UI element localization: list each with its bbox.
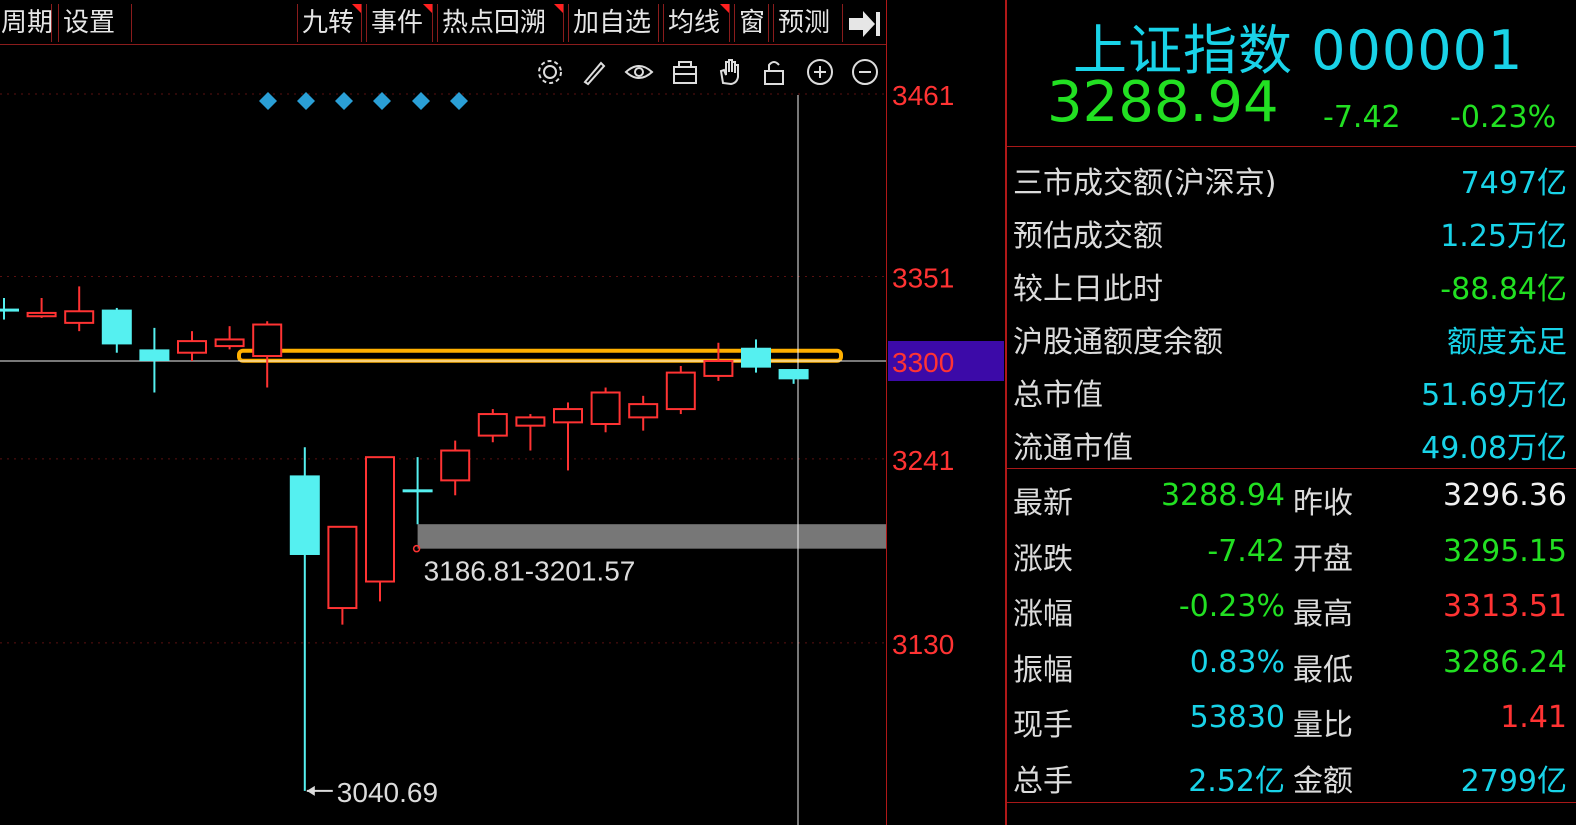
quote-label: 总手 <box>1013 763 1073 799</box>
quote-label: 最新 <box>1013 486 1073 521</box>
candle-body[interactable] <box>289 475 320 555</box>
quote-value: 3313.51 <box>1442 589 1567 624</box>
quote-label: 现手 <box>1013 708 1073 743</box>
quote-value: -7.42 <box>1207 533 1285 569</box>
quote-value: 3295.15 <box>1442 533 1567 569</box>
info-label: 总市值 <box>1013 378 1103 413</box>
info-value: 51.69万亿 <box>1421 378 1567 413</box>
candle-body[interactable] <box>365 456 395 583</box>
candle-body[interactable] <box>665 371 696 411</box>
quote-panel: 上证指数 000001 3288.94 -7.42 -0.23% 三市成交额(沪… <box>1006 0 1576 825</box>
info-label: 三市成交额(沪深京) <box>1013 166 1277 201</box>
gear-icon[interactable] <box>535 57 565 87</box>
quote-label: 涨跌 <box>1013 541 1073 577</box>
candle-body[interactable] <box>139 349 170 361</box>
quote-label: 开盘 <box>1293 541 1353 577</box>
candle-body[interactable] <box>703 360 734 377</box>
signal-marker[interactable] <box>450 92 468 110</box>
zoom-out-icon[interactable] <box>850 57 880 87</box>
pencil-icon[interactable] <box>579 57 609 87</box>
quote-value: -0.23% <box>1178 589 1285 624</box>
hand-icon[interactable] <box>715 57 745 87</box>
signal-marker[interactable] <box>259 92 277 110</box>
info-row: 沪股通额度余额 额度充足 <box>1007 309 1576 362</box>
info-label: 沪股通额度余额 <box>1013 325 1223 360</box>
quote-label: 昨收 <box>1293 486 1353 521</box>
low-label: 3040.69 <box>337 777 438 808</box>
info-value: 额度充足 <box>1447 325 1567 360</box>
info-label: 较上日此时 <box>1013 272 1163 307</box>
low-arrow-head <box>306 785 315 796</box>
divider <box>1007 146 1576 147</box>
stock-change: -7.42 <box>1323 100 1401 135</box>
quote-value: 3286.24 <box>1442 644 1567 680</box>
info-row: 较上日此时 -88.84亿 <box>1007 256 1576 309</box>
zoom-in-icon[interactable] <box>805 57 835 87</box>
quote-value: 2.52亿 <box>1188 763 1285 799</box>
quote-row: 最新 3288.94 昨收 3296.36 <box>1007 470 1576 525</box>
kline-chart[interactable]: 3040.693186.81-3201.57346133513300324131… <box>0 0 1006 825</box>
signal-marker[interactable] <box>373 92 391 110</box>
candle-body[interactable] <box>515 416 546 427</box>
quote-value: 2799亿 <box>1460 763 1567 799</box>
stock-price: 3288.94 <box>1047 70 1279 135</box>
info-value: 49.08万亿 <box>1421 431 1567 466</box>
candle-body[interactable] <box>440 449 471 482</box>
divider <box>1007 468 1576 469</box>
signal-marker[interactable] <box>335 92 353 110</box>
candle-body[interactable] <box>628 403 659 419</box>
stock-change-pct: -0.23% <box>1450 100 1557 135</box>
quote-label: 金额 <box>1293 763 1353 799</box>
gap-band <box>417 524 886 549</box>
quote-value: 0.83% <box>1189 644 1285 680</box>
info-label: 预估成交额 <box>1013 219 1163 254</box>
quote-label: 涨幅 <box>1013 597 1073 632</box>
quote-row: 现手 53830 量比 1.41 <box>1007 692 1576 747</box>
quote-label: 最高 <box>1293 597 1353 632</box>
quote-row: 总手 2.52亿 金额 2799亿 <box>1007 748 1576 803</box>
candle-body[interactable] <box>778 369 809 380</box>
info-row: 流通市值 49.08万亿 <box>1007 415 1576 468</box>
quote-row: 涨跌 -7.42 开盘 3295.15 <box>1007 526 1576 581</box>
candle-body[interactable] <box>590 391 621 426</box>
candle-body[interactable] <box>477 413 508 437</box>
candle-body[interactable] <box>177 340 207 354</box>
quote-label: 量比 <box>1293 708 1353 743</box>
quote-value: 53830 <box>1189 700 1285 735</box>
info-row: 预估成交额 1.25万亿 <box>1007 203 1576 256</box>
candle-body[interactable] <box>214 338 245 348</box>
candle-body[interactable] <box>402 489 433 493</box>
quote-value: 3288.94 <box>1160 478 1285 513</box>
info-row: 三市成交额(沪深京) 7497亿 <box>1007 150 1576 203</box>
signal-marker[interactable] <box>412 92 430 110</box>
signal-marker[interactable] <box>297 92 315 110</box>
divider <box>1007 802 1576 803</box>
candle-body[interactable] <box>327 525 358 610</box>
quote-value: 3296.36 <box>1442 478 1567 513</box>
gap-label: 3186.81-3201.57 <box>424 556 636 587</box>
basket-icon[interactable] <box>670 57 700 87</box>
price-axis <box>886 0 1006 825</box>
info-value: -88.84亿 <box>1440 272 1567 307</box>
candle-body[interactable] <box>252 323 283 358</box>
info-row: 总市值 51.69万亿 <box>1007 362 1576 415</box>
info-value: 7497亿 <box>1460 166 1567 201</box>
info-label: 流通市值 <box>1013 431 1133 466</box>
quote-value: 1.41 <box>1500 700 1567 735</box>
quote-row: 涨幅 -0.23% 最高 3313.51 <box>1007 581 1576 636</box>
eye-icon[interactable] <box>624 57 654 87</box>
quote-label: 最低 <box>1293 652 1353 688</box>
candle-body[interactable] <box>26 311 57 318</box>
quote-label: 振幅 <box>1013 652 1073 688</box>
candle-body[interactable] <box>101 309 132 345</box>
candle-body[interactable] <box>741 347 771 368</box>
lock-icon[interactable] <box>759 57 789 87</box>
candle-body[interactable] <box>64 310 95 324</box>
info-value: 1.25万亿 <box>1440 219 1567 254</box>
candle-body[interactable] <box>553 408 583 424</box>
quote-row: 振幅 0.83% 最低 3286.24 <box>1007 637 1576 692</box>
candle-body[interactable] <box>0 308 19 312</box>
